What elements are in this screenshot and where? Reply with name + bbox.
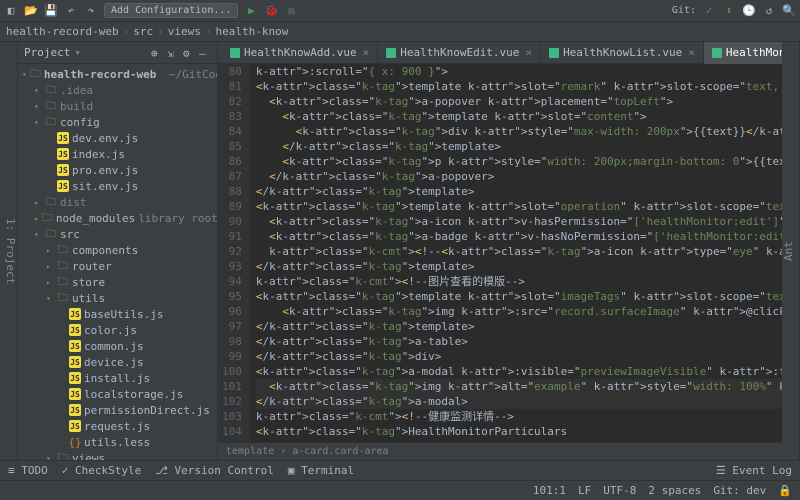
tree-node[interactable]: ▾🗀config: [18, 114, 217, 130]
close-icon[interactable]: ×: [363, 46, 370, 59]
nav-views[interactable]: views: [168, 25, 201, 38]
search-icon[interactable]: 🔍: [782, 4, 796, 18]
nav-root[interactable]: health-record-web: [6, 25, 119, 38]
vue-file-icon: [386, 48, 396, 58]
breadcrumb-nav: health-record-web› src› views› health-kn…: [0, 22, 800, 42]
project-tree[interactable]: ▾🗀 health-record-web ~/GitCode/health-re…: [18, 64, 217, 460]
sidebar-title: Project: [24, 46, 70, 59]
tree-node[interactable]: JSindex.js: [18, 146, 217, 162]
tree-node[interactable]: JScommon.js: [18, 338, 217, 354]
indent[interactable]: 2 spaces: [648, 484, 701, 497]
tree-node[interactable]: ▾🗀utils: [18, 290, 217, 306]
tree-node[interactable]: ▸🗀router: [18, 258, 217, 274]
checkstyle-tab[interactable]: ✓ CheckStyle: [62, 464, 141, 477]
editor-tab[interactable]: HealthKnowList.vue×: [541, 42, 704, 64]
save-icon[interactable]: 💾: [44, 4, 58, 18]
event-log-tab[interactable]: ☰ Event Log: [716, 464, 792, 477]
vcs-history-icon[interactable]: 🕒: [742, 4, 756, 18]
main-toolbar: ◧ 📂 💾 ↶ ↷ Add Configuration... ▶ 🐞 ■ Git…: [0, 0, 800, 22]
close-icon[interactable]: ×: [688, 46, 695, 59]
hide-icon[interactable]: —: [199, 47, 211, 59]
nav-leaf[interactable]: health-know: [215, 25, 288, 38]
tree-node[interactable]: JSpro.env.js: [18, 162, 217, 178]
ant-tool-tab[interactable]: Ant: [782, 241, 795, 261]
vue-file-icon: [549, 48, 559, 58]
status-bar: 101:1 LF UTF-8 2 spaces Git: dev 🔒: [0, 480, 800, 500]
editor-area: HealthKnowAdd.vue×HealthKnowEdit.vue×Hea…: [218, 42, 782, 460]
editor-breadcrumb[interactable]: template › a-card.card-area: [218, 442, 782, 460]
vue-file-icon: [230, 48, 240, 58]
vcs-revert-icon[interactable]: ↺: [762, 4, 776, 18]
vcs-tab[interactable]: ⎇ Version Control: [155, 464, 274, 477]
redo-icon[interactable]: ↷: [84, 4, 98, 18]
tree-node[interactable]: ▾🗀src: [18, 226, 217, 242]
stop-icon: ■: [284, 4, 298, 18]
git-label: Git:: [672, 5, 696, 16]
code-editor[interactable]: 8081828384858687888990919293949596979899…: [218, 64, 782, 442]
left-tool-strip: 1: Project 7: Structure 2: Favorites: [0, 42, 18, 460]
bottom-tool-tabs: ≡ TODO ✓ CheckStyle ⎇ Version Control ▣ …: [0, 460, 800, 480]
run-icon[interactable]: ▶: [244, 4, 258, 18]
gear-icon[interactable]: ⚙: [183, 47, 195, 59]
project-sidebar: Project ▾ ⊕ ⇲ ⚙ — ▾🗀 health-record-web ~…: [18, 42, 218, 460]
terminal-tab[interactable]: ▣ Terminal: [288, 464, 354, 477]
undo-icon[interactable]: ↶: [64, 4, 78, 18]
tree-node[interactable]: JScolor.js: [18, 322, 217, 338]
line-sep[interactable]: LF: [578, 484, 591, 497]
tree-node[interactable]: JSlocalstorage.js: [18, 386, 217, 402]
tree-node[interactable]: JSpermissionDirect.js: [18, 402, 217, 418]
tree-node[interactable]: JSbaseUtils.js: [18, 306, 217, 322]
tree-node[interactable]: JSinstall.js: [18, 370, 217, 386]
debug-icon[interactable]: 🐞: [264, 4, 278, 18]
close-icon[interactable]: ×: [525, 46, 532, 59]
app-icon: ◧: [4, 4, 18, 18]
nav-src[interactable]: src: [133, 25, 153, 38]
editor-tabs: HealthKnowAdd.vue×HealthKnowEdit.vue×Hea…: [218, 42, 782, 64]
tree-node[interactable]: JSrequest.js: [18, 418, 217, 434]
git-branch[interactable]: Git: dev: [713, 484, 766, 497]
caret-pos[interactable]: 101:1: [533, 484, 566, 497]
tree-node[interactable]: ▸🗀components: [18, 242, 217, 258]
run-config-dropdown[interactable]: Add Configuration...: [104, 3, 238, 18]
tree-node[interactable]: JSdevice.js: [18, 354, 217, 370]
collapse-icon[interactable]: ⇲: [167, 47, 179, 59]
locate-icon[interactable]: ⊕: [151, 47, 163, 59]
todo-tab[interactable]: ≡ TODO: [8, 464, 48, 477]
vue-file-icon: [712, 48, 722, 58]
editor-tab[interactable]: HealthMonitorList.vue×: [704, 42, 782, 64]
project-tool-tab[interactable]: 1: Project: [4, 218, 17, 284]
encoding[interactable]: UTF-8: [603, 484, 636, 497]
lock-icon[interactable]: 🔒: [778, 484, 792, 497]
open-icon[interactable]: 📂: [24, 4, 38, 18]
tree-node[interactable]: ▾🗀views: [18, 450, 217, 460]
right-tool-strip: Ant Database: [782, 42, 800, 460]
tree-node[interactable]: {}utils.less: [18, 434, 217, 450]
tree-node[interactable]: JSdev.env.js: [18, 130, 217, 146]
editor-tab[interactable]: HealthKnowEdit.vue×: [378, 42, 541, 64]
vcs-update-icon[interactable]: ✓: [702, 4, 716, 18]
editor-tab[interactable]: HealthKnowAdd.vue×: [222, 42, 378, 64]
vcs-commit-icon[interactable]: ⬆: [722, 4, 736, 18]
tree-node[interactable]: ▸🗀store: [18, 274, 217, 290]
